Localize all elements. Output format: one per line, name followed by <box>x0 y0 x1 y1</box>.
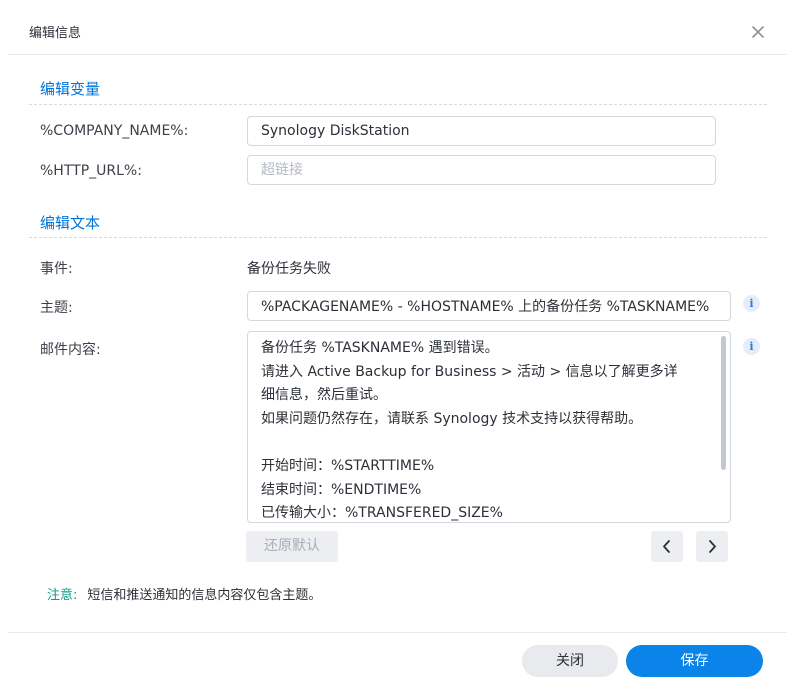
close-button[interactable]: 关闭 <box>522 645 618 677</box>
subject-label: 主题: <box>40 300 73 316</box>
body-label: 邮件内容: <box>40 342 101 358</box>
note-key: 注意: <box>47 588 78 603</box>
event-value: 备份任务失败 <box>247 261 331 277</box>
body-textarea[interactable]: 备份任务 %TASKNAME% 遇到错误。 请进入 Active Backup … <box>247 331 731 523</box>
company-name-input[interactable] <box>247 116 716 146</box>
scrollbar-thumb[interactable] <box>721 336 726 470</box>
next-button[interactable] <box>696 531 728 562</box>
section-title-text: 编辑文本 <box>40 214 101 232</box>
edit-message-dialog: 编辑信息 编辑变量 %COMPANY_NAME%: %HTTP_URL%: 编辑… <box>0 0 795 696</box>
prev-button[interactable] <box>651 531 683 562</box>
header-divider <box>8 54 787 55</box>
restore-default-button[interactable]: 还原默认 <box>246 531 338 562</box>
footer-divider <box>8 632 787 633</box>
note: 注意: 短信和推送通知的信息内容仅包含主题。 <box>47 584 321 603</box>
section-title-variables: 编辑变量 <box>40 80 101 98</box>
company-name-label: %COMPANY_NAME%: <box>40 123 189 139</box>
info-icon[interactable]: i <box>743 338 760 355</box>
event-label: 事件: <box>40 261 73 277</box>
subject-input[interactable] <box>247 291 731 321</box>
chevron-right-icon <box>709 540 716 553</box>
save-button[interactable]: 保存 <box>626 645 763 677</box>
section-divider <box>29 237 767 238</box>
body-text: 备份任务 %TASKNAME% 遇到错误。 请进入 Active Backup … <box>261 340 678 522</box>
http-url-label: %HTTP_URL%: <box>40 163 142 179</box>
chevron-left-icon <box>663 540 670 553</box>
dialog-title: 编辑信息 <box>29 26 82 41</box>
note-text: 短信和推送通知的信息内容仅包含主题。 <box>87 588 322 603</box>
http-url-input[interactable] <box>247 155 716 185</box>
info-icon[interactable]: i <box>743 295 760 312</box>
section-divider <box>29 104 767 105</box>
close-icon[interactable] <box>746 20 770 44</box>
